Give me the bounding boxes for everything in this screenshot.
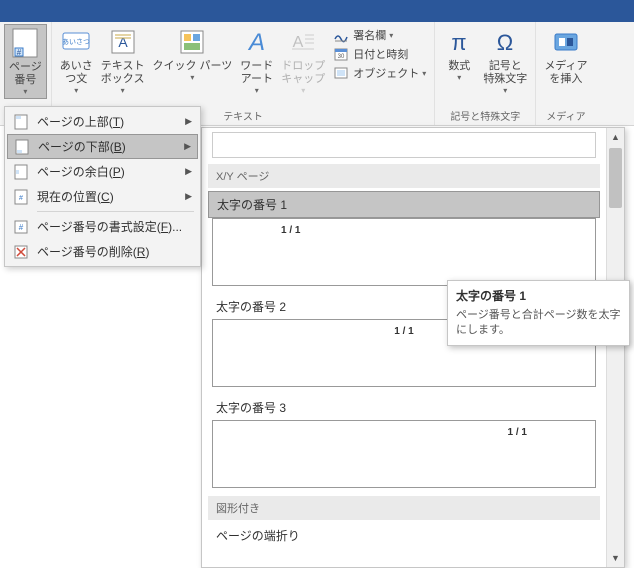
object-button[interactable]: オブジェクト ▾	[331, 64, 428, 82]
menu-remove-page-numbers[interactable]: ページ番号の削除(R)	[7, 239, 198, 264]
wordart-label: ワード アート	[240, 60, 273, 86]
gallery-preview-partial[interactable]	[212, 132, 596, 158]
svg-text:#: #	[19, 223, 24, 232]
aisatsu-icon: あいさつ	[60, 26, 92, 58]
menu-bottom-of-page[interactable]: ページの下部(B) ▶	[7, 134, 198, 159]
dropdown-arrow-icon: ▾	[74, 86, 78, 95]
symbol-label: 記号と 特殊文字	[483, 60, 527, 86]
symbol-button[interactable]: Ω 記号と 特殊文字 ▾	[479, 24, 531, 97]
group-media-label: メディア	[540, 106, 591, 124]
gallery-section-xy: X/Y ページ	[208, 164, 600, 188]
equation-icon: π	[443, 26, 475, 58]
wordart-icon: A	[241, 26, 273, 58]
gallery-preview[interactable]: 1 / 1	[212, 218, 596, 286]
menu-separator	[37, 211, 194, 212]
textbox-button[interactable]: A テキスト ボックス ▾	[97, 24, 149, 97]
title-bar	[0, 0, 634, 22]
aisatsu-button[interactable]: あいさつ あいさ つ文 ▾	[56, 24, 97, 97]
dropdown-arrow-icon: ▾	[301, 86, 305, 95]
dropdown-arrow-icon: ▾	[457, 73, 461, 82]
signature-button[interactable]: 署名欄 ▾	[331, 26, 428, 44]
page-margin-icon	[11, 162, 31, 182]
submenu-arrow-icon: ▶	[185, 191, 192, 202]
tooltip-title: 太字の番号 1	[456, 287, 621, 304]
svg-text:A: A	[118, 34, 128, 50]
dropdown-arrow-icon: ▾	[121, 86, 125, 95]
dropdown-arrow-icon: ▾	[190, 73, 194, 82]
page-number-icon: #	[9, 27, 41, 59]
media-label: メディア を挿入	[544, 60, 587, 86]
gallery-item-bold1[interactable]: 太字の番号 1	[208, 191, 600, 218]
group-symbols-label: 記号と特殊文字	[439, 106, 531, 124]
current-position-icon: #	[11, 187, 31, 207]
gallery-section-shapes: 図形付き	[208, 496, 600, 520]
submenu-arrow-icon: ▶	[185, 166, 192, 177]
dropdown-arrow-icon: ▾	[23, 87, 27, 96]
textbox-label: テキスト ボックス	[101, 60, 145, 86]
page-number-sample: 1 / 1	[394, 326, 413, 337]
scroll-thumb[interactable]	[609, 148, 622, 208]
page-number-menu: ページの上部(T) ▶ ページの下部(B) ▶ ページの余白(P) ▶ # 現在…	[4, 106, 201, 267]
equation-label: 数式	[448, 60, 470, 73]
tooltip: 太字の番号 1 ページ番号と合計ページ数を太字にします。	[447, 280, 630, 346]
dropdown-arrow-icon: ▾	[422, 69, 426, 78]
svg-text:A: A	[247, 29, 265, 56]
gallery-item-bold3[interactable]: 太字の番号 3	[208, 395, 600, 420]
gallery-item-pagefold[interactable]: ページの端折り	[208, 523, 600, 548]
aisatsu-label: あいさ つ文	[60, 60, 93, 86]
dropdown-arrow-icon: ▾	[503, 86, 507, 95]
quickparts-icon	[176, 26, 208, 58]
gallery-preview[interactable]: 1 / 1	[212, 420, 596, 488]
dropcap-icon: A	[287, 26, 319, 58]
svg-text:30: 30	[338, 54, 345, 60]
quickparts-button[interactable]: クイック パーツ ▾	[148, 24, 236, 84]
symbol-icon: Ω	[489, 26, 521, 58]
svg-text:Ω: Ω	[497, 30, 513, 55]
scroll-down-button[interactable]: ▼	[607, 549, 624, 567]
media-icon	[550, 26, 582, 58]
dropdown-arrow-icon: ▾	[255, 86, 259, 95]
menu-top-of-page[interactable]: ページの上部(T) ▶	[7, 109, 198, 134]
wordart-button[interactable]: A ワード アート ▾	[236, 24, 277, 97]
svg-text:#: #	[17, 48, 22, 57]
page-bottom-icon	[12, 137, 32, 157]
tooltip-description: ページ番号と合計ページ数を太字にします。	[456, 308, 621, 339]
dropdown-arrow-icon: ▾	[389, 31, 393, 40]
page-number-gallery: X/Y ページ 太字の番号 1 1 / 1 太字の番号 2 1 / 1 太字の番…	[201, 127, 625, 568]
dropcap-label: ドロップ キャップ	[281, 60, 325, 86]
datetime-button[interactable]: 30 日付と時刻	[331, 45, 428, 63]
page-number-sample: 1 / 1	[508, 427, 527, 438]
format-icon: #	[11, 217, 31, 237]
menu-format-page-numbers[interactable]: # ページ番号の書式設定(F)...	[7, 214, 198, 239]
textbox-icon: A	[107, 26, 139, 58]
object-label: オブジェクト	[353, 65, 419, 81]
page-number-sample: 1 / 1	[281, 225, 300, 236]
equation-button[interactable]: π 数式 ▾	[439, 24, 479, 84]
dropcap-button[interactable]: A ドロップ キャップ ▾	[277, 24, 329, 97]
quickparts-label: クイック パーツ	[152, 60, 232, 73]
menu-current-position[interactable]: # 現在の位置(C) ▶	[7, 184, 198, 209]
page-number-button[interactable]: # ページ 番号 ▾	[4, 24, 47, 99]
media-button[interactable]: メディア を挿入	[540, 24, 591, 88]
menu-page-margin[interactable]: ページの余白(P) ▶	[7, 159, 198, 184]
datetime-label: 日付と時刻	[353, 46, 408, 62]
page-number-label: ページ 番号	[9, 61, 42, 87]
page-top-icon	[11, 112, 31, 132]
svg-text:A: A	[293, 34, 304, 51]
signature-label: 署名欄	[353, 27, 386, 43]
submenu-arrow-icon: ▶	[184, 141, 191, 152]
svg-text:π: π	[452, 30, 467, 55]
remove-icon	[11, 242, 31, 262]
submenu-arrow-icon: ▶	[185, 116, 192, 127]
svg-text:あいさつ: あいさつ	[62, 38, 90, 46]
svg-text:#: #	[19, 195, 23, 202]
scroll-up-button[interactable]: ▲	[607, 128, 624, 146]
gallery-scrollbar[interactable]: ▲ ▼	[606, 128, 624, 567]
